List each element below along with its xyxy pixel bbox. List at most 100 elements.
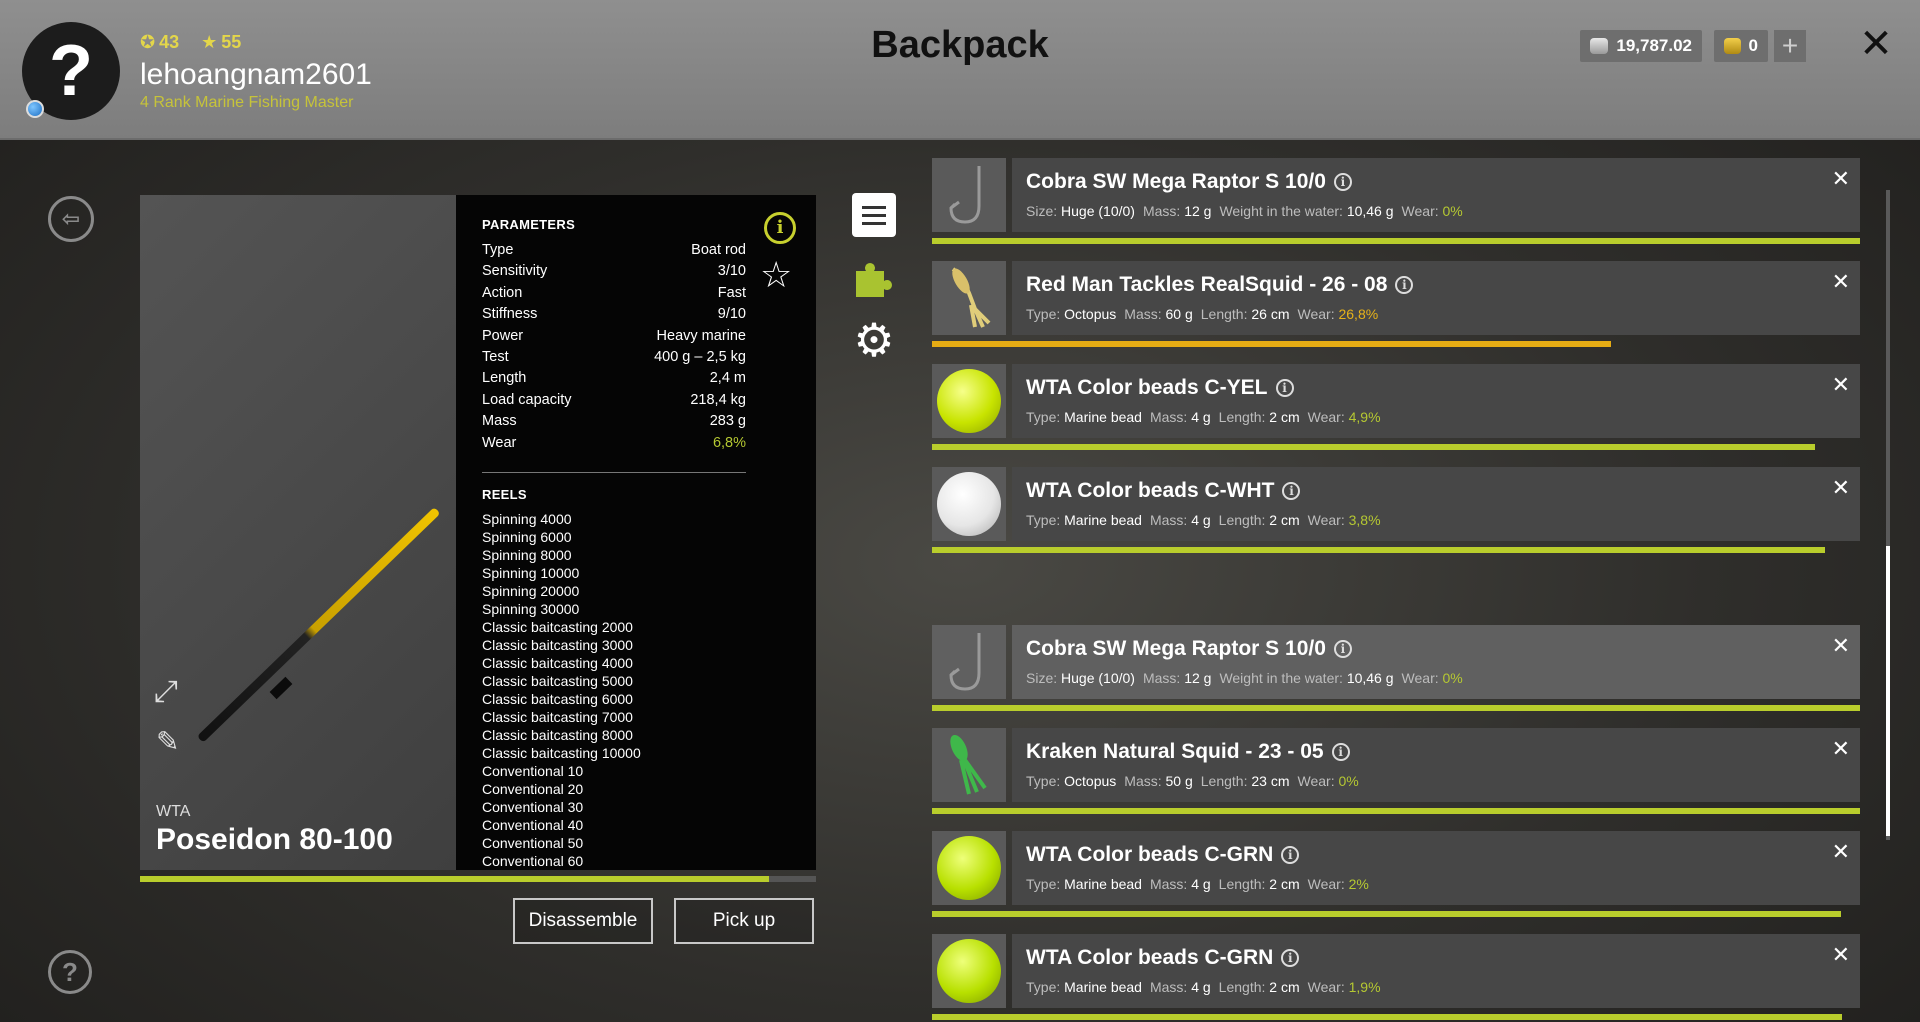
expand-icon[interactable]: ⤢ [154, 675, 188, 709]
gear-icon[interactable]: ⚙ [852, 314, 896, 366]
bead-icon [937, 369, 1001, 433]
scrollbar-thumb[interactable] [1886, 546, 1890, 836]
item-details: Type: Marine bead Mass: 4 g Length: 2 cm We… [1026, 876, 1377, 892]
detail-value: 2 cm [1269, 979, 1300, 995]
detail-value: 2 cm [1269, 409, 1300, 425]
item-thumbnail[interactable] [932, 625, 1006, 699]
item-thumbnail[interactable] [932, 158, 1006, 232]
param-label: Load capacity [482, 391, 572, 408]
reel-item: Classic baitcasting 5000 [482, 672, 633, 689]
item-name: WTA Color beads C-GRN [1026, 946, 1274, 969]
item-thumbnail[interactable] [932, 261, 1006, 335]
detail-label: Length: [1200, 773, 1248, 789]
detail-label: Weight in the water: [1219, 203, 1343, 219]
back-icon[interactable]: ⇦ [48, 196, 94, 242]
backpack-item[interactable]: WTA Color beads C-WHT i Type: Marine bead M… [932, 467, 1860, 553]
item-info[interactable]: Cobra SW Mega Raptor S 10/0 i Size: Huge (… [1012, 158, 1860, 232]
param-value: 283 g [709, 413, 746, 430]
detail-label: Type: [1026, 773, 1061, 789]
item-info[interactable]: WTA Color beads C-WHT i Type: Marine bead M… [1012, 467, 1860, 541]
item-info[interactable]: WTA Color beads C-GRN i Type: Marine bead M… [1012, 831, 1860, 905]
item-thumbnail[interactable] [932, 467, 1006, 541]
backpack-item[interactable]: WTA Color beads C-GRN i Type: Marine bead M… [932, 934, 1860, 1020]
add-currency-button[interactable]: + [1774, 30, 1806, 62]
remove-item-close-icon[interactable]: ✕ [1832, 633, 1850, 659]
remove-item-close-icon[interactable]: ✕ [1832, 475, 1850, 501]
info-icon[interactable]: i [1275, 379, 1294, 398]
remove-item-close-icon[interactable]: ✕ [1832, 942, 1850, 968]
item-info[interactable]: Kraken Natural Squid - 23 - 05 i Type: Oct… [1012, 728, 1860, 802]
item-name-row: WTA Color beads C-GRN i [1026, 843, 1300, 867]
reel-item: Conventional 10 [482, 762, 584, 779]
reel-item: Spinning 6000 [482, 528, 572, 545]
detail-value: 12 g [1184, 670, 1212, 686]
remove-item-close-icon[interactable]: ✕ [1832, 736, 1850, 762]
pick-up-button[interactable]: Pick up [674, 898, 814, 944]
item-thumbnail[interactable] [932, 728, 1006, 802]
detail-label: Mass: [1149, 512, 1188, 528]
param-value: Heavy marine [656, 327, 746, 344]
remove-item-close-icon[interactable]: ✕ [1832, 166, 1850, 192]
item-info[interactable]: WTA Color beads C-GRN i Type: Marine bead M… [1012, 934, 1860, 1008]
detail-value: 10,46 g [1346, 670, 1394, 686]
info-icon[interactable]: i [1281, 846, 1300, 865]
backpack-item[interactable]: Cobra SW Mega Raptor S 10/0 i Size: Huge (… [932, 625, 1860, 711]
info-icon[interactable]: i [1333, 173, 1352, 192]
reel-item: Spinning 8000 [482, 546, 572, 563]
remove-item-close-icon[interactable]: ✕ [1832, 372, 1850, 398]
detail-label: Type: [1026, 512, 1061, 528]
info-icon[interactable]: i [1281, 949, 1300, 968]
detail-label: Type: [1026, 409, 1061, 425]
detail-label: Length: [1218, 979, 1266, 995]
info-icon[interactable]: i [764, 212, 796, 244]
param-value: 9/10 [717, 306, 746, 323]
item-details: Type: Octopus Mass: 50 g Length: 23 cm Wear… [1026, 773, 1367, 789]
param-row: Load capacity 218,4 kg [482, 390, 746, 411]
close-icon[interactable]: ✕ [1856, 22, 1896, 66]
wear-value: 2% [1348, 876, 1369, 892]
description-doc-icon[interactable] [852, 193, 896, 237]
rename-pen-icon[interactable]: ✎ [156, 725, 190, 759]
item-thumbnail[interactable] [932, 934, 1006, 1008]
detail-value: Octopus [1064, 306, 1117, 322]
reel-item: Classic baitcasting 3000 [482, 636, 633, 653]
param-row: Sensitivity 3/10 [482, 261, 746, 282]
backpack-item[interactable]: Kraken Natural Squid - 23 - 05 i Type: Oct… [932, 728, 1860, 814]
info-icon[interactable]: i [1333, 640, 1352, 659]
info-icon[interactable]: i [1395, 276, 1414, 295]
item-name: WTA Color beads C-YEL [1026, 376, 1268, 399]
remove-item-close-icon[interactable]: ✕ [1832, 839, 1850, 865]
detail-label: Mass: [1149, 979, 1188, 995]
item-thumbnail[interactable] [932, 831, 1006, 905]
item-info[interactable]: Cobra SW Mega Raptor S 10/0 i Size: Huge (… [1012, 625, 1860, 699]
parameters-panel[interactable]: PARAMETERS Type Boat rod Sensitivity 3/10 Ac… [456, 195, 816, 870]
item-thumbnail[interactable] [932, 364, 1006, 438]
reel-item: Classic baitcasting 7000 [482, 708, 633, 725]
info-icon[interactable]: i [1331, 743, 1350, 762]
item-name: Cobra SW Mega Raptor S 10/0 [1026, 170, 1326, 193]
wear-value: 0% [1442, 203, 1463, 219]
reels-title: REELS [482, 486, 527, 502]
disassemble-button[interactable]: Disassemble [513, 898, 653, 944]
backpack-item[interactable]: Red Man Tackles RealSquid - 26 - 08 i Type… [932, 261, 1860, 347]
detail-value: 26 cm [1251, 306, 1290, 322]
list-scrollbar[interactable] [1886, 190, 1890, 840]
parameters-title: PARAMETERS [482, 217, 576, 232]
backpack-item[interactable]: WTA Color beads C-GRN i Type: Marine bead M… [932, 831, 1860, 917]
backpack-item[interactable]: Cobra SW Mega Raptor S 10/0 i Size: Huge (… [932, 158, 1860, 244]
detail-label: Length: [1218, 409, 1266, 425]
detail-value: 4 g [1191, 512, 1211, 528]
reels-list: Spinning 4000 Spinning 6000 Spinning 8000 S… [482, 510, 746, 870]
help-icon[interactable]: ? [48, 950, 92, 994]
item-info[interactable]: WTA Color beads C-YEL i Type: Marine bead M… [1012, 364, 1860, 438]
info-icon[interactable]: i [1282, 482, 1301, 501]
item-details: Size: Huge (10/0) Mass: 12 g Weight in the… [1026, 670, 1471, 686]
param-value: 6,8% [712, 434, 746, 451]
favorite-star-icon[interactable]: ☆ [760, 254, 792, 296]
bead-icon [937, 939, 1001, 1003]
item-info[interactable]: Red Man Tackles RealSquid - 26 - 08 i Type… [1012, 261, 1860, 335]
remove-item-close-icon[interactable]: ✕ [1832, 269, 1850, 295]
item-wear-bar [932, 911, 1842, 917]
puzzle-icon[interactable] [852, 257, 896, 301]
backpack-item[interactable]: WTA Color beads C-YEL i Type: Marine bead M… [932, 364, 1860, 450]
